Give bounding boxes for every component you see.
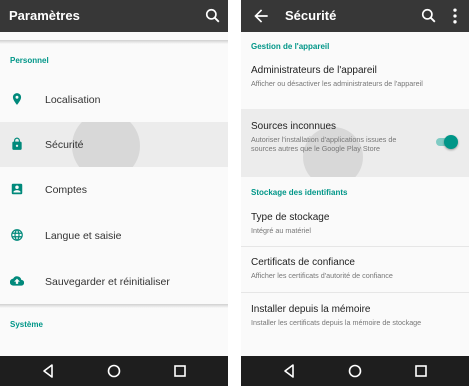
- security-app-bar: Sécurité: [241, 0, 469, 32]
- settings-item-label: Localisation: [45, 94, 101, 106]
- settings-item-label: Sauvegarder et réinitialiser: [45, 276, 170, 288]
- pref-device-admins[interactable]: Administrateurs de l'appareil Afficher o…: [241, 56, 469, 109]
- search-icon[interactable]: [419, 6, 439, 26]
- nav-back-icon[interactable]: [281, 363, 297, 379]
- section-header-system: Système: [10, 320, 43, 329]
- settings-title: Paramètres: [9, 8, 80, 23]
- settings-item-language[interactable]: Langue et saisie: [0, 212, 228, 259]
- pref-title: Administrateurs de l'appareil: [251, 65, 377, 76]
- pref-title: Installer depuis la mémoire: [251, 304, 371, 315]
- pref-install-from-storage[interactable]: Installer depuis la mémoire Installer le…: [241, 293, 469, 353]
- settings-item-accounts[interactable]: Comptes: [0, 167, 228, 212]
- divider-shadow: [0, 40, 228, 44]
- nav-recents-icon[interactable]: [413, 363, 429, 379]
- pref-title: Sources inconnues: [251, 121, 337, 132]
- pref-summary: Installer les certificats depuis la mémo…: [251, 318, 422, 327]
- pref-summary: Afficher les certificats d'autorité de c…: [251, 271, 393, 280]
- more-vert-icon[interactable]: [445, 6, 465, 26]
- pref-summary: Autoriser l'installation d'applications …: [251, 135, 397, 153]
- settings-item-label: Sécurité: [45, 139, 84, 151]
- toggle-thumb: [444, 135, 458, 149]
- lock-icon: [10, 137, 24, 151]
- nav-home-icon[interactable]: [106, 363, 122, 379]
- section-header-personal: Personnel: [10, 56, 49, 65]
- navigation-bar: [0, 356, 228, 386]
- location-pin-icon: [10, 92, 24, 106]
- section-header-device-admin: Gestion de l'appareil: [251, 42, 330, 51]
- unknown-sources-toggle[interactable]: [434, 135, 458, 149]
- settings-app-bar: Paramètres: [0, 0, 228, 32]
- pref-unknown-sources[interactable]: Sources inconnues Autoriser l'installati…: [241, 109, 469, 177]
- nav-recents-icon[interactable]: [172, 363, 188, 379]
- account-box-icon: [10, 182, 24, 196]
- pref-trusted-certs[interactable]: Certificats de confiance Afficher les ce…: [241, 247, 469, 292]
- settings-item-backup-reset[interactable]: Sauvegarder et réinitialiser: [0, 259, 228, 304]
- settings-screen: Paramètres Personnel Localisation Sécuri…: [0, 0, 228, 386]
- pref-title: Type de stockage: [251, 212, 330, 223]
- pref-storage-type[interactable]: Type de stockage Intégré au matériel: [241, 202, 469, 246]
- back-arrow-icon[interactable]: [251, 6, 271, 26]
- navigation-bar: [241, 356, 469, 386]
- nav-home-icon[interactable]: [347, 363, 363, 379]
- section-header-credentials: Stockage des identifiants: [251, 188, 348, 197]
- settings-item-label: Comptes: [45, 184, 88, 196]
- security-screen: Sécurité Gestion de l'appareil Administr…: [241, 0, 469, 386]
- security-title: Sécurité: [285, 8, 337, 23]
- globe-icon: [10, 228, 24, 242]
- cloud-upload-icon: [9, 274, 25, 288]
- divider-shadow: [0, 304, 228, 308]
- settings-item-location[interactable]: Localisation: [0, 77, 228, 122]
- pref-summary: Afficher ou désactiver les administrateu…: [251, 79, 423, 88]
- pref-title: Certificats de confiance: [251, 257, 355, 268]
- settings-item-security[interactable]: Sécurité: [0, 122, 228, 167]
- nav-back-icon[interactable]: [40, 363, 56, 379]
- search-icon[interactable]: [203, 6, 223, 26]
- settings-item-label: Langue et saisie: [45, 230, 122, 242]
- pref-summary: Intégré au matériel: [251, 226, 311, 235]
